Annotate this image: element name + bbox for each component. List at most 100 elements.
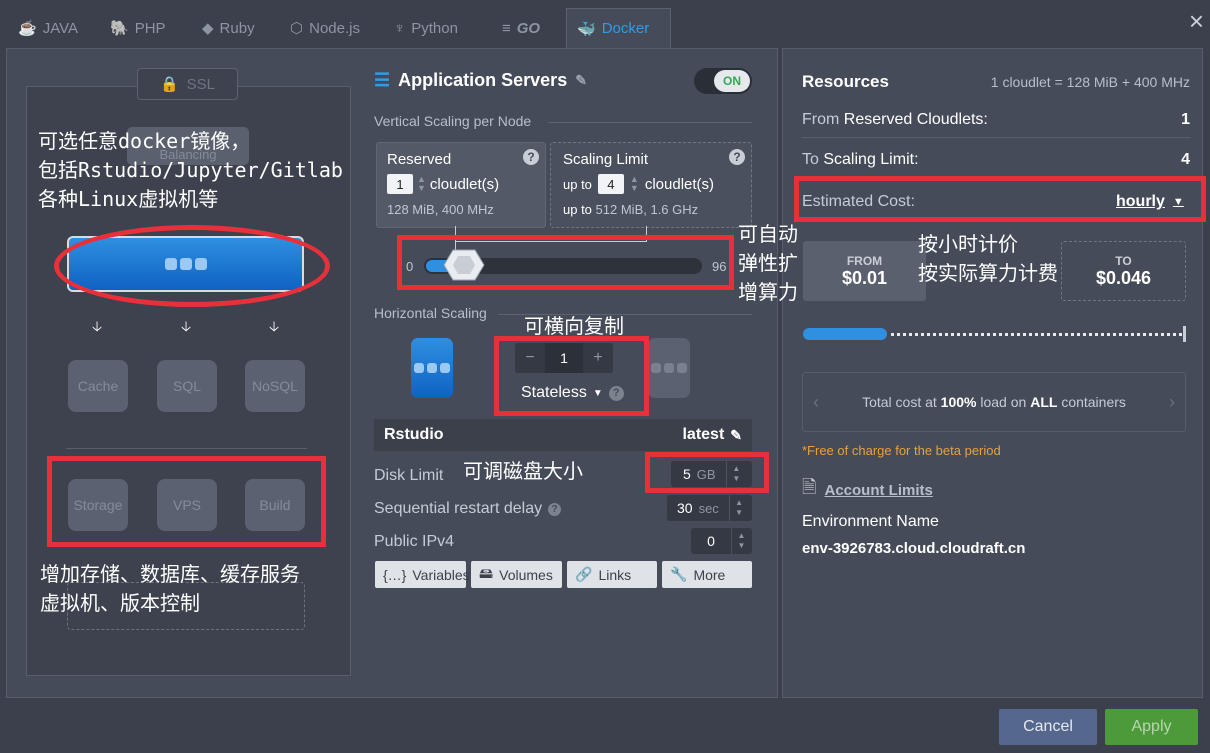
arrow-down-icon: 🡣 — [269, 318, 280, 334]
image-tag[interactable]: latest — [682, 426, 724, 444]
annotation-autoscale-note: 可自动 弹性扩 增算力 — [738, 222, 798, 304]
volumes-button[interactable]: 🖴 Volumes — [471, 561, 562, 588]
public-ipv4-label: Public IPv4 — [374, 533, 455, 550]
cache-node[interactable]: Cache — [68, 360, 128, 412]
apply-button[interactable]: Apply — [1105, 709, 1198, 745]
cancel-button[interactable]: Cancel — [999, 709, 1097, 745]
scaling-limit-row: To Scaling Limit: — [802, 151, 919, 168]
next-node-icon — [648, 338, 690, 398]
cost-bar-end — [1183, 326, 1186, 342]
annotation-horizontal-note: 可横向复制 — [524, 314, 624, 338]
nodejs-icon: ⬡ — [290, 20, 304, 37]
disk-limit-label: Disk Limit — [374, 467, 444, 484]
reserved-cloudlets-value: 1 — [1181, 111, 1190, 128]
annotation-storage-note: 增加存储、数据库、缓存服务 虚拟机、版本控制 — [40, 562, 300, 615]
annotation-box-cost — [794, 176, 1206, 222]
annotation-box-extras — [47, 456, 326, 547]
tab-python[interactable]: ♆ Python — [384, 8, 468, 48]
tab-ruby[interactable]: ◆ Ruby — [192, 8, 265, 48]
stepper-arrows-icon[interactable]: ▲ ▼ — [630, 175, 639, 193]
links-button[interactable]: 🔗 Links — [567, 561, 657, 588]
page-title: Application Servers — [398, 70, 568, 90]
nosql-node[interactable]: NoSQL — [245, 360, 305, 412]
ruby-icon: ◆ — [202, 20, 214, 37]
vertical-scaling-label: Vertical Scaling per Node — [374, 113, 532, 129]
account-limits-link[interactable]: 🗎 Account Limits — [802, 475, 933, 505]
arrow-down-icon: 🡣 — [92, 318, 103, 334]
edit-icon[interactable]: ✎ — [575, 72, 587, 89]
edit-icon[interactable]: ✎ — [730, 427, 742, 444]
divider — [548, 122, 752, 123]
volumes-icon: 🖴 — [479, 564, 494, 581]
list-icon: ☰ — [374, 70, 391, 90]
total-cost-text: Total cost at 100% load on ALL container… — [862, 394, 1126, 410]
reserved-box: Reserved ? 1 ▲ ▼ cloudlet(s) 128 MiB, 400… — [376, 142, 546, 228]
more-button[interactable]: 🔧 More — [662, 561, 752, 588]
node-pointer — [336, 254, 350, 278]
document-icon: 🗎 — [802, 477, 817, 497]
annotation-docker-note: 可选任意docker镜像， 包括Rstudio/Jupyter/Gitlab 各… — [38, 129, 343, 211]
restart-delay-input[interactable]: 30 sec ▲ ▼ — [667, 495, 752, 521]
on-toggle[interactable]: ON — [694, 68, 752, 94]
arrow-down-icon: 🡣 — [181, 318, 192, 334]
annotation-billing-note: 按小时计价 按实际算力计费 — [918, 232, 1058, 285]
divider — [66, 448, 307, 449]
scaling-limit-value: 4 — [1181, 151, 1190, 168]
wrench-icon: 🔧 — [670, 566, 688, 582]
reserved-cloudlets-input[interactable]: 1 — [387, 174, 413, 194]
reserved-cloudlets-row: From Reserved Cloudlets: — [802, 111, 988, 128]
tab-java[interactable]: ☕ JAVA — [8, 8, 88, 48]
restart-delay-row: Sequential restart delay ? — [374, 500, 562, 518]
stepper-arrows-icon[interactable]: ▲ ▼ — [728, 495, 749, 521]
env-name-value[interactable]: env-3926783.cloud.cloudraft.cn — [802, 540, 1025, 557]
chevron-left-icon[interactable]: ‹ — [813, 392, 819, 413]
cost-range-bar — [803, 326, 1186, 342]
scaling-limit-input[interactable]: 4 — [597, 174, 624, 194]
beta-note: *Free of charge for the beta period — [802, 443, 1001, 458]
java-icon: ☕ — [18, 20, 37, 37]
annotation-ellipse — [54, 225, 330, 307]
close-icon[interactable]: × — [1189, 8, 1204, 34]
annotation-disk-note: 可调磁盘大小 — [463, 459, 583, 483]
chevron-right-icon[interactable]: › — [1169, 392, 1175, 413]
link-icon: 🔗 — [575, 566, 593, 582]
scaling-limit-box: Scaling Limit ? up to 4 ▲ ▼ cloudlet(s) u… — [550, 142, 752, 228]
divider — [802, 137, 1191, 138]
php-icon: 🐘 — [110, 20, 129, 37]
cost-bar-fill — [803, 328, 887, 340]
go-icon: ≡ — [502, 19, 511, 37]
cloudlet-definition: 1 cloudlet = 128 MiB + 400 MHz — [990, 74, 1190, 90]
help-icon[interactable]: ? — [729, 149, 745, 165]
image-bar: Rstudio latest ✎ — [374, 419, 752, 451]
image-name: Rstudio — [384, 426, 444, 443]
resources-title: Resources — [802, 72, 889, 91]
app-servers-header: ☰ Application Servers ✎ — [374, 70, 587, 91]
tab-nodejs[interactable]: ⬡ Node.js — [280, 8, 370, 48]
annotation-box-disk — [645, 452, 769, 493]
tab-docker[interactable]: 🐳 Docker — [566, 8, 671, 48]
stepper-arrows-icon[interactable]: ▲ ▼ — [417, 175, 426, 193]
tab-bar: ☕ JAVA 🐘 PHP ◆ Ruby ⬡ Node.js ♆ Python ≡ GO 🐳 D… — [0, 0, 1210, 48]
python-icon: ♆ — [394, 19, 406, 37]
to-cost-box: TO $0.046 — [1061, 241, 1186, 301]
sql-node[interactable]: SQL — [157, 360, 217, 412]
tab-php[interactable]: 🐘 PHP — [100, 8, 176, 48]
docker-icon: 🐳 — [577, 20, 596, 38]
variables-button[interactable]: {…} Variables — [375, 561, 470, 588]
annotation-box-slider — [397, 235, 734, 290]
cost-bar-dotted — [891, 333, 1182, 336]
help-icon[interactable]: ? — [523, 149, 539, 165]
annotation-box-horizontal — [494, 336, 649, 416]
horizontal-scaling-label: Horizontal Scaling — [374, 305, 487, 321]
public-ipv4-input[interactable]: 0 ▲ ▼ — [691, 528, 752, 554]
tab-go[interactable]: ≡ GO — [492, 8, 550, 48]
env-name-label: Environment Name — [802, 513, 939, 530]
stepper-arrows-icon[interactable]: ▲ ▼ — [731, 528, 751, 554]
help-icon[interactable]: ? — [548, 502, 562, 516]
from-cost-box: FROM $0.01 — [803, 241, 926, 301]
ssl-toggle[interactable]: 🔒 SSL — [137, 68, 238, 100]
braces-icon: {…} — [383, 566, 407, 583]
active-node-icon — [411, 338, 453, 398]
total-cost-carousel: ‹ Total cost at 100% load on ALL contain… — [802, 372, 1186, 432]
lock-icon: 🔒 — [159, 76, 179, 93]
